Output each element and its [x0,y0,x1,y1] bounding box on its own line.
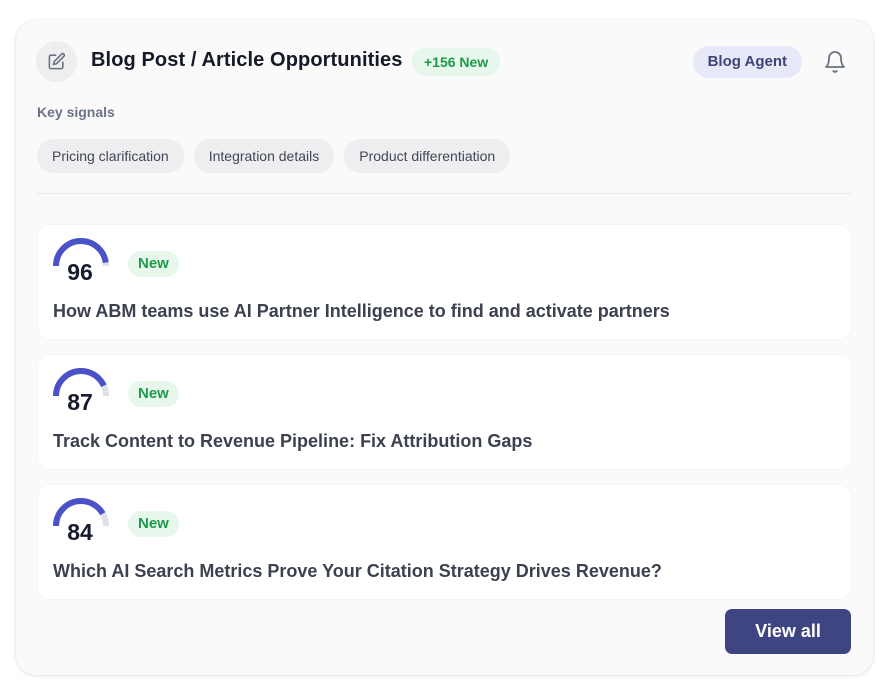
signal-chip[interactable]: Product differentiation [344,139,511,173]
card-header: Blog Post / Article Opportunities +156 N… [36,41,853,83]
notifications-button[interactable] [821,48,849,76]
opportunity-item[interactable]: 96 New How ABM teams use AI Partner Inte… [38,225,851,339]
card-title: Blog Post / Article Opportunities [91,49,403,71]
opportunity-title[interactable]: How ABM teams use AI Partner Intelligenc… [53,301,670,322]
opportunity-item[interactable]: 87 New Track Content to Revenue Pipeline… [38,355,851,469]
opportunities-card: Blog Post / Article Opportunities +156 N… [16,20,873,675]
signal-chips: Pricing clarification Integration detail… [37,139,511,173]
score-gauge: 87 [52,368,110,418]
score-value: 96 [67,259,93,285]
score-gauge: 96 [52,238,110,288]
new-badge: New [128,511,179,537]
new-badge: New [128,381,179,407]
opportunity-item[interactable]: 84 New Which AI Search Metrics Prove You… [38,485,851,599]
signal-chip[interactable]: Pricing clarification [37,139,184,173]
opportunity-title[interactable]: Which AI Search Metrics Prove Your Citat… [53,561,662,582]
score-value: 84 [67,519,93,545]
view-all-button[interactable]: View all [725,609,851,654]
opportunity-list: 96 New How ABM teams use AI Partner Inte… [38,225,851,615]
signal-chip[interactable]: Integration details [193,139,335,173]
agent-badge[interactable]: Blog Agent [692,46,802,78]
bell-icon [825,51,845,73]
key-signals-label: Key signals [37,104,115,120]
new-badge: New [128,251,179,277]
divider [37,193,852,194]
new-count-badge: +156 New [412,48,501,76]
score-gauge: 84 [52,498,110,548]
edit-icon [48,52,66,70]
edit-button[interactable] [36,41,77,82]
opportunity-title[interactable]: Track Content to Revenue Pipeline: Fix A… [53,431,532,452]
score-value: 87 [67,389,93,415]
